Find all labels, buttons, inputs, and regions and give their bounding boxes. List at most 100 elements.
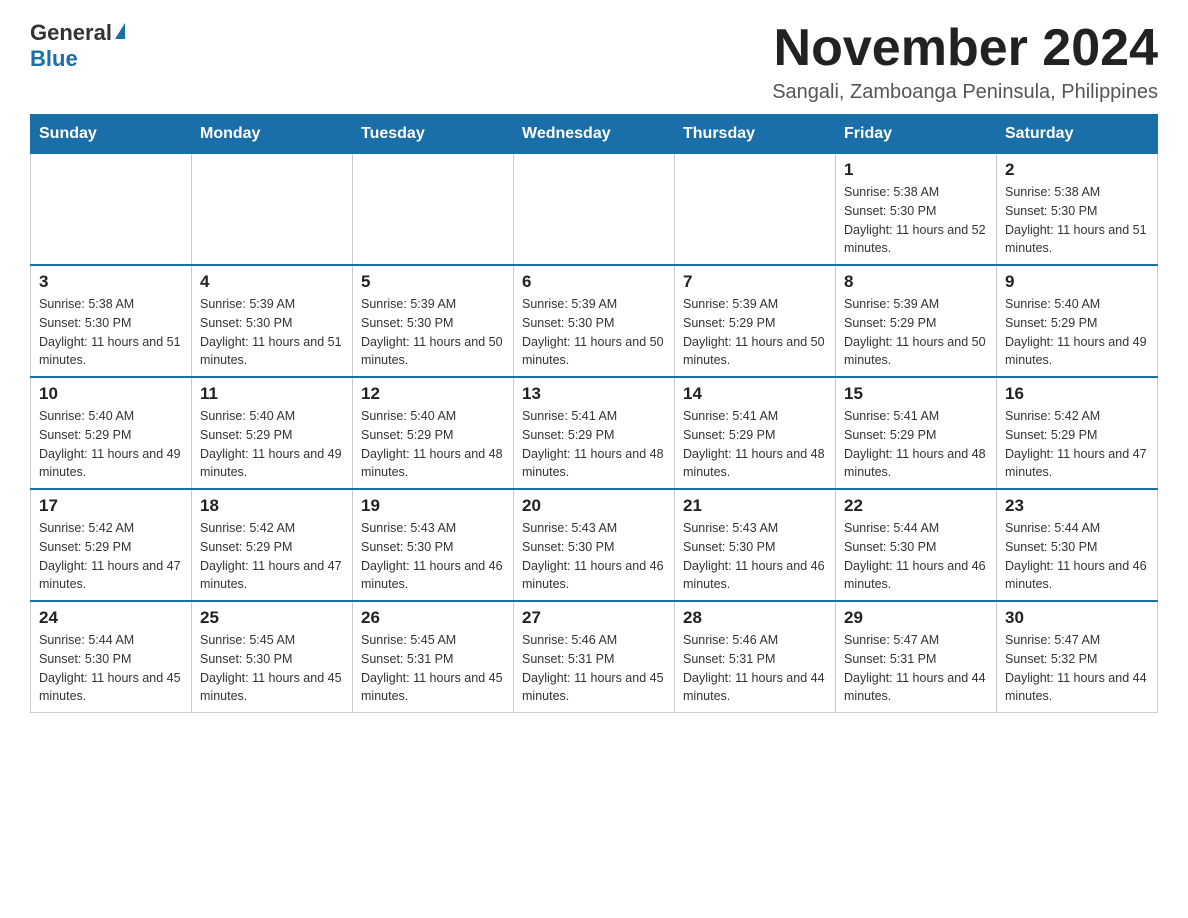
table-row [31,154,192,266]
table-row: 19Sunrise: 5:43 AM Sunset: 5:30 PM Dayli… [353,489,514,601]
header-friday: Friday [836,115,997,154]
calendar-header-row: Sunday Monday Tuesday Wednesday Thursday… [31,115,1158,154]
day-number: 17 [39,496,183,516]
day-info: Sunrise: 5:46 AM Sunset: 5:31 PM Dayligh… [683,631,827,706]
header-sunday: Sunday [31,115,192,154]
table-row [192,154,353,266]
day-number: 11 [200,384,344,404]
table-row: 26Sunrise: 5:45 AM Sunset: 5:31 PM Dayli… [353,601,514,713]
day-info: Sunrise: 5:46 AM Sunset: 5:31 PM Dayligh… [522,631,666,706]
table-row: 21 Sunrise: 5:43 AM Sunset: 5:30 PM Dayli… [675,489,836,601]
table-row: 17 Sunrise: 5:42 AM Sunset: 5:29 PM Dayli… [31,489,192,601]
day-number: 18 [200,496,344,516]
table-row: 3 Sunrise: 5:38 AM Sunset: 5:30 PM Daylig… [31,265,192,377]
day-info: Sunrise: 5:40 AM Sunset: 5:29 PM Dayligh… [39,407,183,482]
table-row: 23 Sunrise: 5:44 AM Sunset: 5:30 PM Dayli… [997,489,1158,601]
day-number: 2 [1005,160,1149,180]
table-row [675,154,836,266]
day-info: Sunrise: 5:44 AM Sunset: 5:30 PM Dayligh… [844,519,988,594]
day-number: 21 [683,496,827,516]
day-number: 15 [844,384,988,404]
day-number: 8 [844,272,988,292]
day-number: 30 [1005,608,1149,628]
calendar-week-row: 1Sunrise: 5:38 AM Sunset: 5:30 PM Daylig… [31,154,1158,266]
day-info: Sunrise: 5:42 AM Sunset: 5:29 PM Dayligh… [1005,407,1149,482]
day-info: Sunrise: 5:43 AM Sunset: 5:30 PM Dayligh… [683,519,827,594]
day-info: Sunrise: 5:41 AM Sunset: 5:29 PM Dayligh… [522,407,666,482]
day-info: Sunrise: 5:44 AM Sunset: 5:30 PM Dayligh… [39,631,183,706]
day-number: 25 [200,608,344,628]
day-info: Sunrise: 5:40 AM Sunset: 5:29 PM Dayligh… [361,407,505,482]
calendar-table: Sunday Monday Tuesday Wednesday Thursday… [30,114,1158,713]
logo: General Blue [30,20,125,72]
table-row: 28 Sunrise: 5:46 AM Sunset: 5:31 PM Dayli… [675,601,836,713]
table-row: 25 Sunrise: 5:45 AM Sunset: 5:30 PM Dayli… [192,601,353,713]
day-number: 4 [200,272,344,292]
day-number: 10 [39,384,183,404]
day-info: Sunrise: 5:39 AM Sunset: 5:30 PM Dayligh… [522,295,666,370]
page-header: General Blue November 2024 Sangali, Zamb… [30,20,1158,104]
day-info: Sunrise: 5:44 AM Sunset: 5:30 PM Dayligh… [1005,519,1149,594]
day-info: Sunrise: 5:40 AM Sunset: 5:29 PM Dayligh… [200,407,344,482]
logo-arrow-icon [115,23,125,39]
day-info: Sunrise: 5:39 AM Sunset: 5:30 PM Dayligh… [361,295,505,370]
table-row: 30 Sunrise: 5:47 AM Sunset: 5:32 PM Dayli… [997,601,1158,713]
table-row: 13Sunrise: 5:41 AM Sunset: 5:29 PM Dayli… [514,377,675,489]
day-info: Sunrise: 5:43 AM Sunset: 5:30 PM Dayligh… [522,519,666,594]
day-info: Sunrise: 5:42 AM Sunset: 5:29 PM Dayligh… [200,519,344,594]
day-info: Sunrise: 5:40 AM Sunset: 5:29 PM Dayligh… [1005,295,1149,370]
day-number: 22 [844,496,988,516]
day-info: Sunrise: 5:47 AM Sunset: 5:31 PM Dayligh… [844,631,988,706]
day-number: 6 [522,272,666,292]
location-text: Sangali, Zamboanga Peninsula, Philippine… [772,81,1158,104]
day-number: 23 [1005,496,1149,516]
day-number: 3 [39,272,183,292]
header-wednesday: Wednesday [514,115,675,154]
day-info: Sunrise: 5:39 AM Sunset: 5:29 PM Dayligh… [844,295,988,370]
table-row: 8 Sunrise: 5:39 AM Sunset: 5:29 PM Daylig… [836,265,997,377]
day-number: 14 [683,384,827,404]
table-row: 9 Sunrise: 5:40 AM Sunset: 5:29 PM Daylig… [997,265,1158,377]
month-title: November 2024 [772,20,1158,77]
title-section: November 2024 Sangali, Zamboanga Peninsu… [772,20,1158,104]
table-row: 18 Sunrise: 5:42 AM Sunset: 5:29 PM Dayli… [192,489,353,601]
day-info: Sunrise: 5:38 AM Sunset: 5:30 PM Dayligh… [39,295,183,370]
table-row: 1Sunrise: 5:38 AM Sunset: 5:30 PM Daylig… [836,154,997,266]
day-info: Sunrise: 5:47 AM Sunset: 5:32 PM Dayligh… [1005,631,1149,706]
day-info: Sunrise: 5:38 AM Sunset: 5:30 PM Dayligh… [1005,183,1149,258]
table-row: 14 Sunrise: 5:41 AM Sunset: 5:29 PM Dayli… [675,377,836,489]
table-row: 5Sunrise: 5:39 AM Sunset: 5:30 PM Daylig… [353,265,514,377]
day-info: Sunrise: 5:45 AM Sunset: 5:31 PM Dayligh… [361,631,505,706]
day-number: 20 [522,496,666,516]
day-info: Sunrise: 5:38 AM Sunset: 5:30 PM Dayligh… [844,183,988,258]
table-row: 11 Sunrise: 5:40 AM Sunset: 5:29 PM Dayli… [192,377,353,489]
day-number: 16 [1005,384,1149,404]
table-row: 15 Sunrise: 5:41 AM Sunset: 5:29 PM Dayli… [836,377,997,489]
day-number: 12 [361,384,505,404]
table-row [514,154,675,266]
header-saturday: Saturday [997,115,1158,154]
calendar-week-row: 24 Sunrise: 5:44 AM Sunset: 5:30 PM Dayli… [31,601,1158,713]
calendar-week-row: 3 Sunrise: 5:38 AM Sunset: 5:30 PM Daylig… [31,265,1158,377]
day-number: 9 [1005,272,1149,292]
day-number: 19 [361,496,505,516]
table-row: 2 Sunrise: 5:38 AM Sunset: 5:30 PM Daylig… [997,154,1158,266]
day-info: Sunrise: 5:41 AM Sunset: 5:29 PM Dayligh… [683,407,827,482]
day-number: 27 [522,608,666,628]
table-row: 6 Sunrise: 5:39 AM Sunset: 5:30 PM Daylig… [514,265,675,377]
logo-blue-text: Blue [30,46,78,72]
day-number: 7 [683,272,827,292]
table-row: 27 Sunrise: 5:46 AM Sunset: 5:31 PM Dayli… [514,601,675,713]
day-info: Sunrise: 5:42 AM Sunset: 5:29 PM Dayligh… [39,519,183,594]
table-row: 10 Sunrise: 5:40 AM Sunset: 5:29 PM Dayli… [31,377,192,489]
calendar-week-row: 10 Sunrise: 5:40 AM Sunset: 5:29 PM Dayli… [31,377,1158,489]
table-row: 12 Sunrise: 5:40 AM Sunset: 5:29 PM Dayli… [353,377,514,489]
day-info: Sunrise: 5:41 AM Sunset: 5:29 PM Dayligh… [844,407,988,482]
day-number: 28 [683,608,827,628]
day-info: Sunrise: 5:45 AM Sunset: 5:30 PM Dayligh… [200,631,344,706]
table-row: 7Sunrise: 5:39 AM Sunset: 5:29 PM Daylig… [675,265,836,377]
day-number: 24 [39,608,183,628]
table-row: 4Sunrise: 5:39 AM Sunset: 5:30 PM Daylig… [192,265,353,377]
day-number: 29 [844,608,988,628]
table-row: 24 Sunrise: 5:44 AM Sunset: 5:30 PM Dayli… [31,601,192,713]
